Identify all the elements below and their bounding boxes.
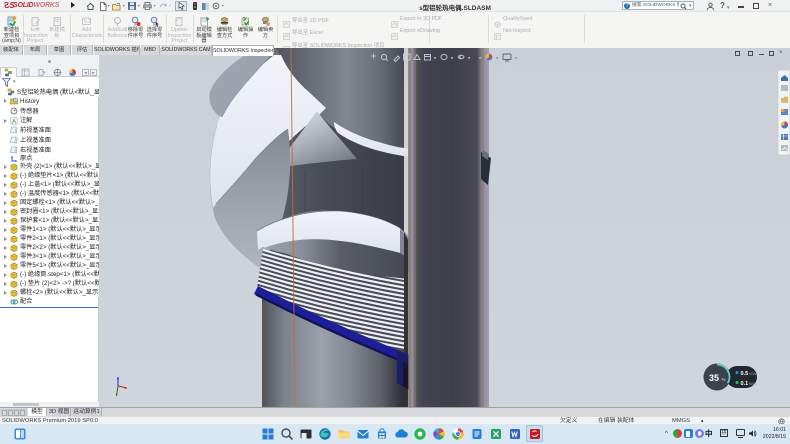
svg-text:▼: ▼ [495, 56, 499, 61]
svg-text:%: % [722, 377, 726, 382]
svg-text:0.5: 0.5 [741, 371, 749, 377]
svg-text:5.2: 5.2 [84, 19, 91, 25]
svg-text:KB/s: KB/s [749, 372, 757, 376]
svg-text:▼: ▼ [514, 56, 518, 61]
svg-text:A: A [12, 119, 16, 125]
svg-text:▼: ▼ [467, 56, 471, 61]
svg-text:35: 35 [709, 373, 719, 383]
svg-text:▼: ▼ [450, 56, 454, 61]
svg-text:▼: ▼ [478, 56, 482, 61]
svg-text:0.1: 0.1 [741, 381, 749, 387]
svg-text:▼: ▼ [433, 56, 437, 61]
svg-text:KB/s: KB/s [749, 382, 757, 386]
